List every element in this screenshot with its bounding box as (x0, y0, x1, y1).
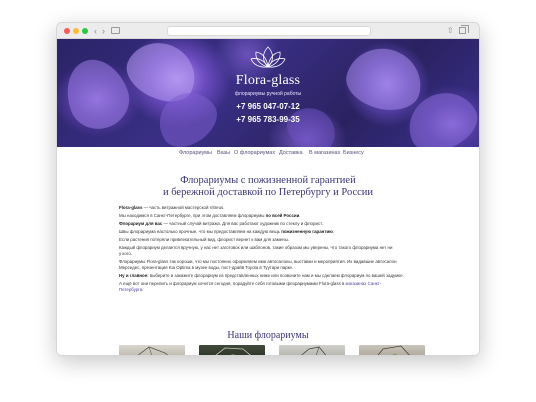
tabs-overview-icon[interactable] (459, 25, 469, 34)
product-thumbnail[interactable] (279, 345, 345, 355)
phone-number-2[interactable]: +7 965 783-99-35 (57, 115, 479, 124)
browser-titlebar: ‹ › ⇧ (57, 23, 479, 39)
paragraph: Если растения потеряли привлекательный в… (119, 237, 289, 242)
paragraph: Петербурга. (119, 287, 144, 292)
paragraph: Flora-glass — часть витражной мастерской… (119, 205, 225, 210)
page-title-line-2: и бережной доставкой по Петербургу и Рос… (162, 187, 374, 198)
sidebar-toggle-icon[interactable] (111, 27, 120, 34)
browser-window: ‹ › ⇧ Flora-glass флорариумы ручной рабо… (56, 22, 480, 356)
stores-link[interactable]: магазинах Санкт- (346, 281, 382, 286)
product-thumbnail[interactable] (199, 345, 265, 355)
forward-arrow-icon[interactable]: › (102, 25, 105, 37)
paragraph: Мы находимся в Санкт-Петербурге, при это… (119, 213, 301, 218)
paragraph: Ну и главное: выберите и закажите флорар… (119, 273, 404, 278)
brand-name: Flora-glass (235, 73, 301, 88)
maximize-window-button[interactable] (82, 28, 88, 34)
menu-item-delivery[interactable]: Доставка (279, 150, 303, 156)
product-thumbnail[interactable] (119, 345, 185, 355)
paragraph: Швы флорариума настолько прочные, что мы… (119, 229, 335, 234)
page-title-line-1: Флорариумы с пожизненной гарантией (180, 175, 356, 186)
product-thumbnail[interactable] (359, 345, 425, 355)
menu-item-about[interactable]: О флорариумах (234, 150, 275, 156)
menu-item-florariums[interactable]: Флорариумы (179, 150, 212, 156)
main-content: Флорариумы с пожизненной гарантией и бер… (57, 161, 479, 355)
brand-tagline: флорариумы ручной работы (234, 91, 302, 97)
paragraph: Мерседес, презентация Kia Optima в музее… (119, 265, 294, 270)
main-menu: Флорариумы Вазы О флорариумах Доставка В… (57, 147, 479, 162)
share-icon[interactable]: ⇧ (447, 25, 454, 37)
menu-item-business[interactable]: Бизнесу (343, 150, 364, 156)
minimize-window-button[interactable] (73, 28, 79, 34)
section-title: Наши флорариумы (227, 330, 309, 341)
paragraph: у кого. (119, 251, 132, 256)
back-arrow-icon[interactable]: ‹ (94, 25, 97, 37)
hero-banner: Flora-glass флорариумы ручной работы +7 … (57, 39, 479, 147)
menu-item-in-stores[interactable]: В магазинах (309, 150, 340, 156)
address-bar[interactable] (167, 26, 371, 36)
paragraph: Флорариум для вас — частный случай витра… (119, 221, 323, 226)
menu-item-vases[interactable]: Вазы (217, 150, 230, 156)
stores-link-continued[interactable]: Петербурга (119, 287, 142, 292)
flower-logo-icon (250, 46, 286, 68)
close-window-button[interactable] (64, 28, 70, 34)
phone-number-1[interactable]: +7 965 047-07-12 (57, 102, 479, 111)
